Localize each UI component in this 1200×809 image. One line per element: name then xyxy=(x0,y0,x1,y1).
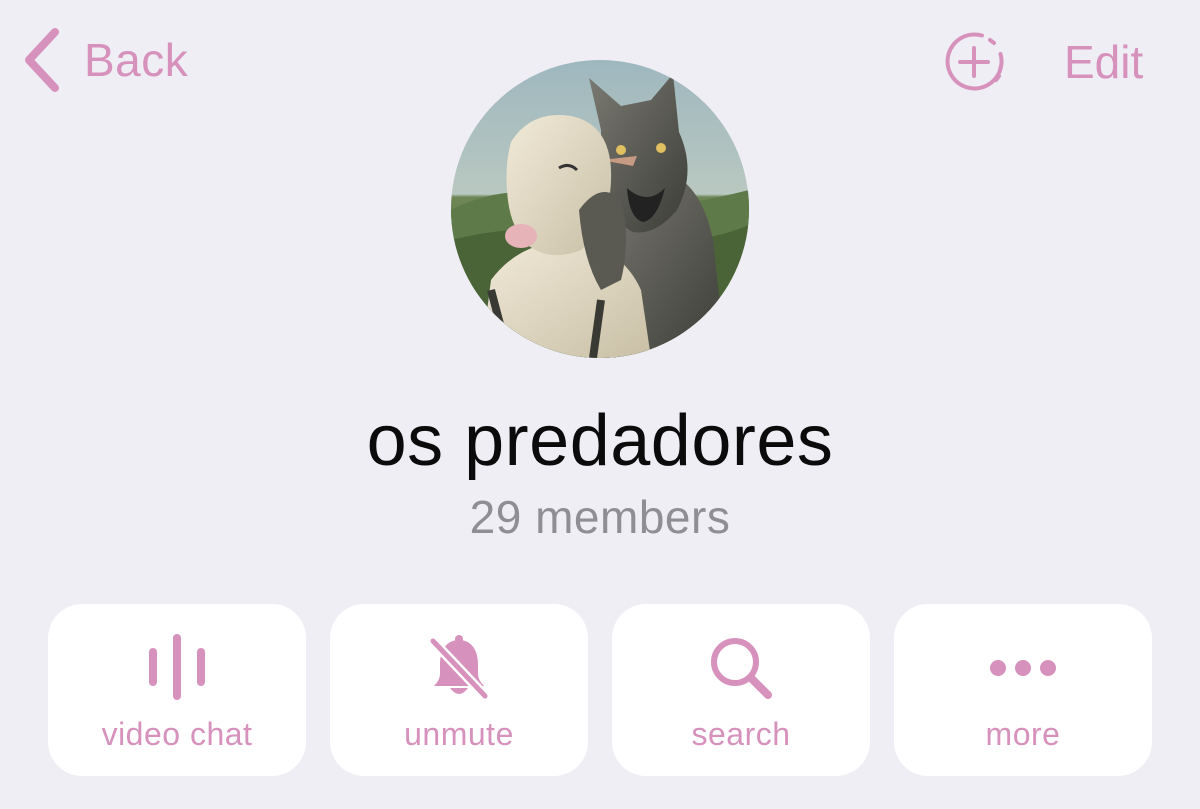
add-member-circle-icon xyxy=(942,30,1006,94)
add-member-button[interactable] xyxy=(942,30,1006,94)
more-label: more xyxy=(985,716,1061,752)
magnifier-icon xyxy=(612,632,870,704)
search-button[interactable]: search xyxy=(612,604,870,776)
voice-wave-icon xyxy=(48,632,306,704)
bell-slash-icon xyxy=(330,632,588,704)
more-button[interactable]: more xyxy=(894,604,1152,776)
unmute-label: unmute xyxy=(404,716,514,752)
group-avatar-image xyxy=(451,60,749,358)
edit-button[interactable]: Edit xyxy=(1064,32,1143,92)
unmute-button[interactable]: unmute xyxy=(330,604,588,776)
ellipsis-icon xyxy=(894,632,1152,704)
group-title: os predadores xyxy=(366,401,834,481)
back-label: Back xyxy=(84,34,189,86)
group-avatar[interactable] xyxy=(451,60,749,358)
chevron-left-icon xyxy=(22,26,62,94)
back-button[interactable]: Back xyxy=(22,26,188,94)
member-count: 29 members xyxy=(469,491,731,543)
video-chat-button[interactable]: video chat xyxy=(48,604,306,776)
video-chat-label: video chat xyxy=(101,716,253,752)
search-label: search xyxy=(691,716,791,752)
